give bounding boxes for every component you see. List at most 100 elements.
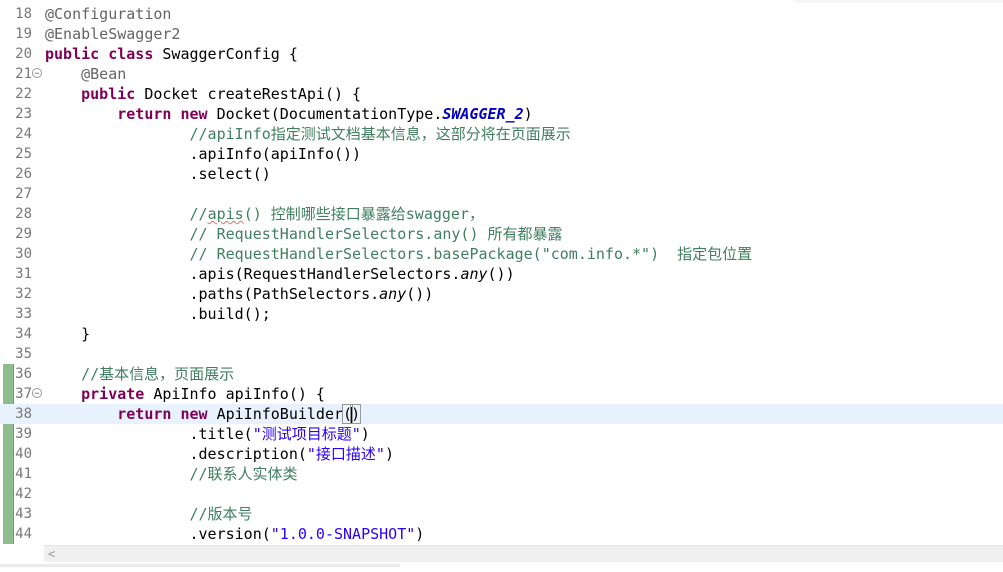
code-text[interactable]: return new ApiInfoBuilder() bbox=[45, 404, 362, 424]
bottom-edge bbox=[0, 562, 1003, 572]
horizontal-scrollbar[interactable]: < bbox=[44, 545, 1003, 563]
code-line[interactable]: 18 @Configuration bbox=[0, 4, 1003, 24]
code-text[interactable]: @Bean bbox=[45, 64, 126, 84]
line-number: 18 bbox=[15, 6, 32, 22]
code-lines[interactable]: 18 @Configuration 19 @EnableSwagger2 20 publi… bbox=[0, 4, 1003, 544]
code-text[interactable]: // RequestHandlerSelectors.any() 所有都暴露 bbox=[45, 224, 563, 244]
code-text[interactable]: //基本信息，页面展示 bbox=[45, 364, 234, 384]
code-line[interactable]: 32 .paths(PathSelectors.any()) bbox=[0, 284, 1003, 304]
code-text[interactable]: //版本号 bbox=[45, 504, 253, 524]
code-line[interactable]: 27 bbox=[0, 184, 1003, 204]
code-line[interactable]: 36 //基本信息，页面展示 bbox=[0, 364, 1003, 384]
code-text[interactable]: private ApiInfo apiInfo() { bbox=[45, 384, 325, 404]
code-token: return bbox=[117, 405, 172, 423]
code-line[interactable]: 25 .apiInfo(apiInfo()) bbox=[0, 144, 1003, 164]
fold-toggle-icon[interactable]: − bbox=[32, 388, 42, 399]
code-token: .apis(RequestHandlerSelectors. bbox=[189, 265, 461, 283]
line-number: 43 bbox=[15, 506, 32, 522]
code-text[interactable]: .version("1.0.0-SNAPSHOT") bbox=[45, 524, 425, 544]
code-text[interactable]: } bbox=[45, 324, 90, 344]
code-token: any bbox=[379, 285, 407, 303]
code-token: any bbox=[460, 265, 488, 283]
code-text[interactable]: //联系人实体类 bbox=[45, 464, 298, 484]
code-text[interactable]: .description("接口描述") bbox=[45, 444, 395, 464]
code-line[interactable]: 20 public class SwaggerConfig { bbox=[0, 44, 1003, 64]
line-number: 29 bbox=[15, 226, 32, 242]
code-line[interactable]: 38 return new ApiInfoBuilder() bbox=[0, 404, 1003, 424]
code-token: .build(); bbox=[189, 305, 271, 323]
code-token: // RequestHandlerSelectors.any() 所有都暴露 bbox=[189, 225, 563, 243]
line-number: 23 bbox=[15, 106, 32, 122]
code-text[interactable]: .paths(PathSelectors.any()) bbox=[45, 284, 434, 304]
code-token: // RequestHandlerSelectors.basePackage("… bbox=[189, 245, 753, 263]
code-token: @EnableSwagger2 bbox=[45, 25, 181, 43]
code-editor[interactable]: 18 @Configuration 19 @EnableSwagger2 20 publi… bbox=[0, 0, 1003, 572]
line-number: 42 bbox=[15, 486, 32, 502]
scroll-left-icon[interactable]: < bbox=[48, 546, 55, 563]
line-number: 44 bbox=[15, 526, 32, 542]
code-line[interactable]: 22 public Docket createRestApi() { bbox=[0, 84, 1003, 104]
line-number: 40 bbox=[15, 446, 32, 462]
code-line[interactable]: 39 .title("测试项目标题") bbox=[0, 424, 1003, 444]
code-text[interactable]: // RequestHandlerSelectors.basePackage("… bbox=[45, 244, 753, 264]
code-token: .title( bbox=[189, 425, 253, 443]
code-text[interactable]: return new Docket(DocumentationType.SWAG… bbox=[45, 104, 533, 124]
line-number: 36 bbox=[15, 366, 32, 382]
code-token: ) bbox=[360, 425, 370, 443]
line-number: 32 bbox=[15, 286, 32, 302]
code-token: ) bbox=[384, 445, 394, 463]
line-number: 34 bbox=[15, 326, 32, 342]
code-line[interactable]: 21− @Bean bbox=[0, 64, 1003, 84]
code-line[interactable]: 28 //apis() 控制哪些接口暴露给swagger， bbox=[0, 204, 1003, 224]
code-token: return bbox=[117, 105, 172, 123]
code-token: ) bbox=[523, 105, 533, 123]
code-line[interactable]: 37− private ApiInfo apiInfo() { bbox=[0, 384, 1003, 404]
code-text[interactable]: .build(); bbox=[45, 304, 271, 324]
code-line[interactable]: 30 // RequestHandlerSelectors.basePackag… bbox=[0, 244, 1003, 264]
code-line[interactable]: 24 //apiInfo指定测试文档基本信息，这部分将在页面展示 bbox=[0, 124, 1003, 144]
code-line[interactable]: 44 .version("1.0.0-SNAPSHOT") bbox=[0, 524, 1003, 544]
code-text[interactable]: public class SwaggerConfig { bbox=[45, 44, 298, 64]
code-token: () 控制哪些接口暴露给swagger， bbox=[243, 205, 484, 223]
code-line[interactable]: 43 //版本号 bbox=[0, 504, 1003, 524]
code-line[interactable]: 41 //联系人实体类 bbox=[0, 464, 1003, 484]
code-line[interactable]: 40 .description("接口描述") bbox=[0, 444, 1003, 464]
code-token: .description( bbox=[189, 445, 307, 463]
code-line[interactable]: 42 bbox=[0, 484, 1003, 504]
code-text[interactable]: @EnableSwagger2 bbox=[45, 24, 180, 44]
code-line[interactable]: 34 } bbox=[0, 324, 1003, 344]
code-text[interactable]: //apiInfo指定测试文档基本信息，这部分将在页面展示 bbox=[45, 124, 571, 144]
code-text[interactable]: public Docket createRestApi() { bbox=[45, 84, 361, 104]
code-line[interactable]: 19 @EnableSwagger2 bbox=[0, 24, 1003, 44]
code-text[interactable]: .apiInfo(apiInfo()) bbox=[45, 144, 362, 164]
code-token: SWAGGER_2 bbox=[442, 105, 524, 123]
code-text[interactable]: .select() bbox=[45, 164, 271, 184]
line-number: 33 bbox=[15, 306, 32, 322]
code-token: .version( bbox=[189, 525, 271, 543]
code-token: new bbox=[180, 105, 208, 123]
code-token: "1.0.0-SNAPSHOT" bbox=[270, 525, 416, 543]
code-text[interactable]: @Configuration bbox=[45, 4, 171, 24]
code-text[interactable]: .title("测试项目标题") bbox=[45, 424, 370, 444]
code-text[interactable]: .apis(RequestHandlerSelectors.any()) bbox=[45, 264, 515, 284]
code-line[interactable]: 29 // RequestHandlerSelectors.any() 所有都暴… bbox=[0, 224, 1003, 244]
code-line[interactable]: 26 .select() bbox=[0, 164, 1003, 184]
line-number: 26 bbox=[15, 166, 32, 182]
code-token: private bbox=[81, 385, 145, 403]
line-number: 24 bbox=[15, 126, 32, 142]
fold-toggle-icon[interactable]: − bbox=[32, 68, 42, 79]
code-line[interactable]: 31 .apis(RequestHandlerSelectors.any()) bbox=[0, 264, 1003, 284]
code-line[interactable]: 23 return new Docket(DocumentationType.S… bbox=[0, 104, 1003, 124]
code-token: //联系人实体类 bbox=[189, 465, 298, 483]
code-token: Docket createRestApi() { bbox=[135, 85, 362, 103]
line-number: 41 bbox=[15, 466, 32, 482]
code-line[interactable]: 35 bbox=[0, 344, 1003, 364]
code-line[interactable]: 33 .build(); bbox=[0, 304, 1003, 324]
code-text[interactable]: //apis() 控制哪些接口暴露给swagger， bbox=[45, 204, 485, 224]
